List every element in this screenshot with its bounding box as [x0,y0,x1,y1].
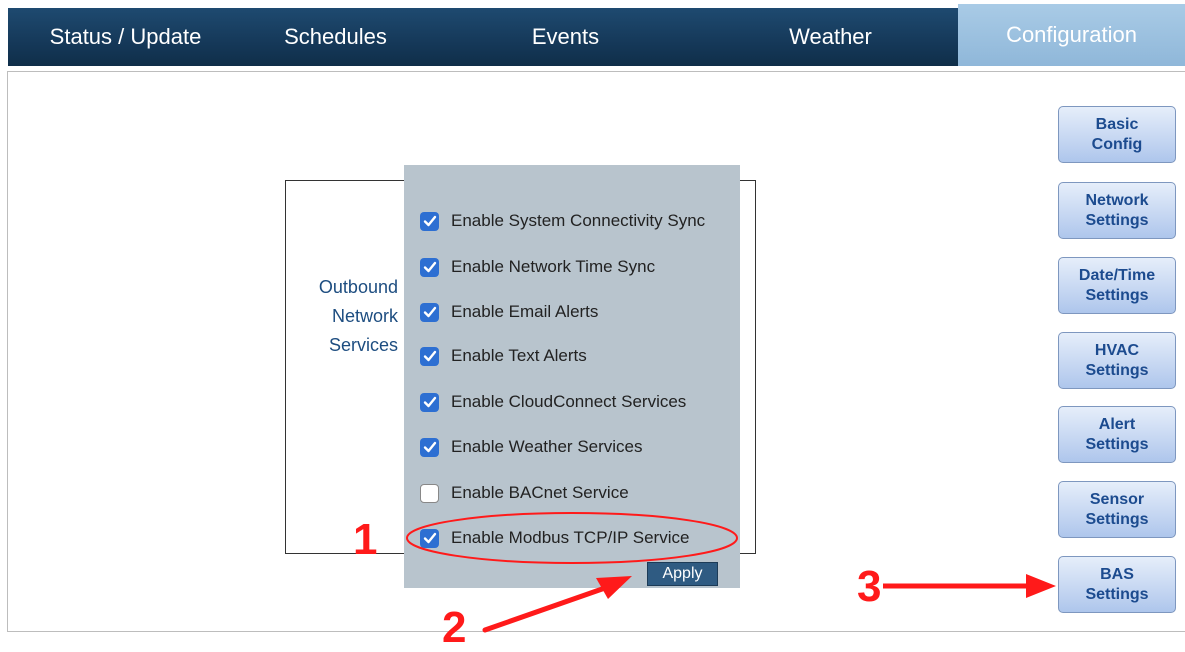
arrow-2-shaft [482,585,608,633]
highlight-ellipse [406,512,738,564]
arrow-3-head [1026,574,1056,598]
annotation-step-1: 1 [353,515,378,564]
annotation-overlay [406,512,1056,633]
annotation-step-2: 2 [442,603,467,652]
annotation-step-3: 3 [857,562,882,611]
